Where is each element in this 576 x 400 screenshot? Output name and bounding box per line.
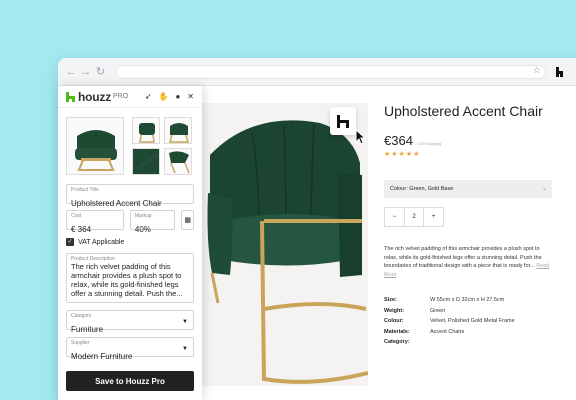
vat-checkbox[interactable]: ✓ xyxy=(66,238,74,246)
spec-value: Accent Chairs xyxy=(430,328,465,335)
back-icon[interactable]: ← xyxy=(64,64,79,80)
cost-field[interactable]: Cost € 364 xyxy=(66,210,124,234)
markup-field[interactable]: Markup 40% xyxy=(129,210,176,234)
chevron-down-icon[interactable]: ⌄ xyxy=(542,185,547,192)
houzz-extension-icon[interactable] xyxy=(555,66,564,77)
cost-label: Cost xyxy=(71,213,82,219)
spec-key: Colour: xyxy=(384,318,404,324)
product-image xyxy=(202,103,368,386)
close-icon[interactable]: ✕ xyxy=(187,92,194,101)
spec-list: Size: W 55cm x D 32cm x H 27.5cm Weight: G… xyxy=(384,295,556,348)
spec-key: Category: xyxy=(384,339,410,345)
hand-tool-icon[interactable]: ✋ xyxy=(158,92,168,101)
houzz-logo-icon xyxy=(66,91,75,102)
thumbnail-3[interactable] xyxy=(164,117,192,144)
houzz-pro-panel: houzz PRO ➶ ✋ ● ✕ Product Title Upholste… xyxy=(58,86,202,400)
product-title: Upholstered Accent Chair xyxy=(384,103,543,119)
price-value: €364 xyxy=(384,133,413,148)
houzz-logo: houzz PRO xyxy=(66,90,128,104)
chevron-down-icon[interactable]: ▼ xyxy=(182,319,188,325)
vat-label: VAT Applicable xyxy=(78,238,125,246)
quantity-stepper[interactable]: − 2 + xyxy=(384,207,444,227)
supplier-select[interactable]: Supplier Modern Furniture ▼ xyxy=(66,337,194,361)
brand-suffix: PRO xyxy=(113,93,129,100)
browser-toolbar: ← → ↻ ☆ ⋮ xyxy=(58,58,576,86)
product-info: Upholstered Accent Chair €364 1.60 Shipp… xyxy=(384,103,556,348)
houzz-icon xyxy=(337,114,349,128)
cursor-icon xyxy=(355,129,367,145)
category-label: Category xyxy=(71,313,92,319)
rating-stars: ★★★★★ xyxy=(384,151,421,158)
category-value[interactable]: Furniture xyxy=(71,325,103,334)
product-description: The rich velvet padding of this armchair… xyxy=(384,245,554,279)
product-title-label: Product Title xyxy=(71,187,99,193)
category-select[interactable]: Category Furniture ▼ xyxy=(66,310,194,334)
price-row: €364 1.60 Shipping xyxy=(384,133,556,148)
chevron-down-icon[interactable]: ▼ xyxy=(182,346,188,352)
spec-row: Weight: Green xyxy=(384,306,556,317)
star-icon[interactable]: ☆ xyxy=(533,65,541,76)
houzz-floating-button[interactable] xyxy=(330,107,356,135)
spec-value: Green xyxy=(430,307,446,314)
product-description-text: The rich velvet padding of this armchair… xyxy=(384,246,542,269)
image-thumbnails xyxy=(66,117,194,179)
supplier-label: Supplier xyxy=(71,340,90,346)
thumbnail-2[interactable] xyxy=(132,117,160,144)
shipping-text: 1.60 Shipping xyxy=(416,141,442,146)
pointer-tool-icon[interactable]: ➶ xyxy=(145,92,152,101)
spec-row: Colour: Velvet, Polished Gold Metal Frame xyxy=(384,316,556,327)
markup-value[interactable]: 40% xyxy=(135,225,151,234)
cost-value[interactable]: € 364 xyxy=(71,225,91,234)
calculator-icon[interactable]: ▦ xyxy=(181,210,194,230)
spec-value: Velvet, Polished Gold Metal Frame xyxy=(430,318,515,324)
spec-row: Category: xyxy=(384,337,556,348)
supplier-value[interactable]: Modern Furniture xyxy=(71,352,132,361)
qty-input[interactable]: 2 xyxy=(405,208,425,226)
product-description-value[interactable]: The rich velvet padding of this armchair… xyxy=(71,262,189,298)
vat-checkbox-row[interactable]: ✓ VAT Applicable xyxy=(66,238,194,246)
colour-select-value: Colour: Green, Gold Base xyxy=(390,186,454,192)
qty-decrease-button[interactable]: − xyxy=(385,208,405,226)
spec-key: Materials: xyxy=(384,328,410,335)
markup-label: Markup xyxy=(134,213,152,219)
thumbnail-main[interactable] xyxy=(66,117,124,175)
save-to-houzz-pro-button[interactable]: Save to Houzz Pro xyxy=(66,371,194,391)
spec-key: Size: xyxy=(384,297,397,303)
product-description-field[interactable]: Product Description The rich velvet padd… xyxy=(66,253,194,303)
forward-icon[interactable]: → xyxy=(79,64,94,80)
product-title-value[interactable]: Upholstered Accent Chair xyxy=(71,199,162,208)
thumbnail-5[interactable] xyxy=(164,148,192,175)
qty-increase-button[interactable]: + xyxy=(424,208,443,226)
brand-name: houzz xyxy=(78,89,111,104)
spec-key: Weight: xyxy=(384,307,405,314)
user-icon[interactable]: ● xyxy=(175,92,180,101)
thumbnail-4[interactable] xyxy=(132,148,160,175)
address-bar[interactable]: ☆ xyxy=(115,64,546,79)
panel-header: houzz PRO ➶ ✋ ● ✕ xyxy=(58,86,202,108)
more-icon[interactable]: ⋮ xyxy=(571,65,576,78)
spec-value: W 55cm x D 32cm x H 27.5cm xyxy=(430,297,505,303)
spec-row: Materials: Accent Chairs xyxy=(384,327,556,338)
reload-icon[interactable]: ↻ xyxy=(93,64,108,80)
spec-row: Size: W 55cm x D 32cm x H 27.5cm xyxy=(384,295,556,306)
colour-select[interactable]: Colour: Green, Gold Base ⌄ xyxy=(384,180,552,198)
product-title-field[interactable]: Product Title Upholstered Accent Chair xyxy=(66,184,194,208)
